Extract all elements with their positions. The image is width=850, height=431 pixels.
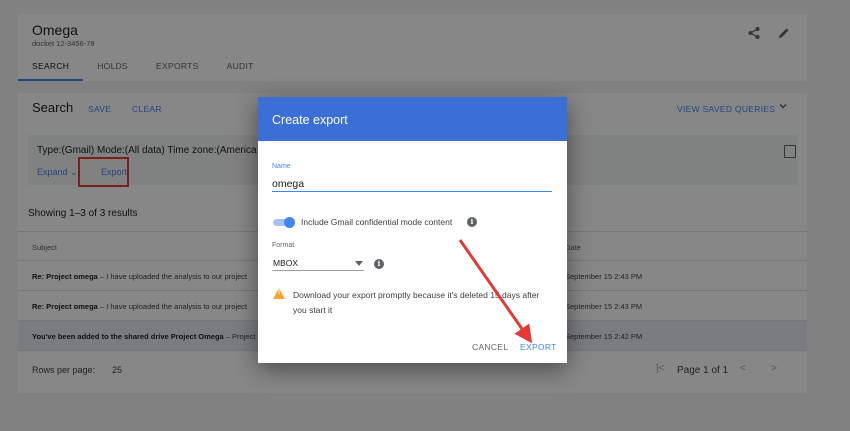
- annotation-arrow: [458, 239, 533, 344]
